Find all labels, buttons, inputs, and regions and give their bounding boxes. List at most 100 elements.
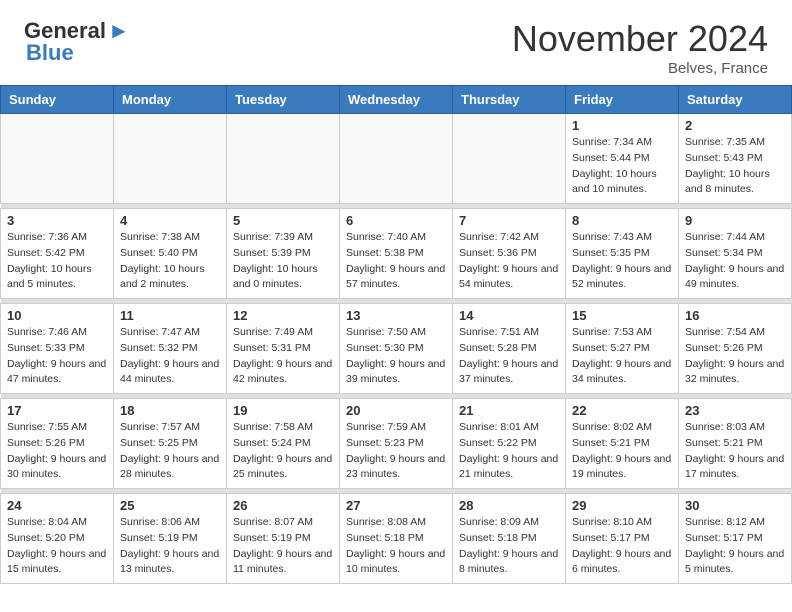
day-info: Sunrise: 7:50 AMSunset: 5:30 PMDaylight:…: [346, 325, 446, 388]
calendar-cell: 10 Sunrise: 7:46 AMSunset: 5:33 PMDayligh…: [1, 304, 114, 394]
calendar-cell: 20Sunrise: 7:59 AMSunset: 5:23 PMDayligh…: [340, 399, 453, 489]
title-area: November 2024 Belves, France: [512, 18, 768, 77]
day-info: Sunrise: 7:35 AMSunset: 5:43 PMDaylight:…: [685, 135, 785, 198]
month-title: November 2024: [512, 18, 768, 60]
week-row-3: 10 Sunrise: 7:46 AMSunset: 5:33 PMDayligh…: [1, 304, 792, 394]
day-info: Sunrise: 7:54 AMSunset: 5:26 PMDaylight:…: [685, 325, 785, 388]
day-number: 14: [459, 308, 559, 323]
calendar-cell: 6Sunrise: 7:40 AMSunset: 5:38 PMDaylight…: [340, 209, 453, 299]
day-number: 2: [685, 118, 785, 133]
day-info: Sunrise: 7:57 AMSunset: 5:25 PMDaylight:…: [120, 420, 220, 483]
day-number: 5: [233, 213, 333, 228]
calendar-cell: 2 Sunrise: 7:35 AMSunset: 5:43 PMDaylight…: [679, 114, 792, 204]
day-info: Sunrise: 7:49 AMSunset: 5:31 PMDaylight:…: [233, 325, 333, 388]
day-number: 24: [7, 498, 107, 513]
weekday-header-monday: Monday: [114, 86, 227, 114]
day-number: 17: [7, 403, 107, 418]
calendar-cell: 12 Sunrise: 7:49 AMSunset: 5:31 PMDayligh…: [227, 304, 340, 394]
calendar-cell: [1, 114, 114, 204]
day-info: Sunrise: 8:12 AMSunset: 5:17 PMDaylight:…: [685, 515, 785, 578]
day-info: Sunrise: 7:42 AMSunset: 5:36 PMDaylight:…: [459, 230, 559, 293]
calendar-cell: 17Sunrise: 7:55 AMSunset: 5:26 PMDayligh…: [1, 399, 114, 489]
day-number: 19: [233, 403, 333, 418]
weekday-header-wednesday: Wednesday: [340, 86, 453, 114]
weekday-header-sunday: Sunday: [1, 86, 114, 114]
calendar-cell: 5 Sunrise: 7:39 AMSunset: 5:39 PMDaylight…: [227, 209, 340, 299]
calendar-cell: 13 Sunrise: 7:50 AMSunset: 5:30 PMDayligh…: [340, 304, 453, 394]
day-info: Sunrise: 7:43 AMSunset: 5:35 PMDaylight:…: [572, 230, 672, 293]
day-info: Sunrise: 7:40 AMSunset: 5:38 PMDaylight:…: [346, 230, 446, 293]
calendar-cell: 22 Sunrise: 8:02 AMSunset: 5:21 PMDayligh…: [566, 399, 679, 489]
weekday-header-saturday: Saturday: [679, 86, 792, 114]
day-info: Sunrise: 7:53 AMSunset: 5:27 PMDaylight:…: [572, 325, 672, 388]
day-info: Sunrise: 7:39 AMSunset: 5:39 PMDaylight:…: [233, 230, 333, 293]
calendar-cell: [340, 114, 453, 204]
day-info: Sunrise: 7:46 AMSunset: 5:33 PMDaylight:…: [7, 325, 107, 388]
day-number: 12: [233, 308, 333, 323]
calendar-cell: [114, 114, 227, 204]
day-info: Sunrise: 8:08 AMSunset: 5:18 PMDaylight:…: [346, 515, 446, 578]
day-info: Sunrise: 7:38 AMSunset: 5:40 PMDaylight:…: [120, 230, 220, 293]
calendar-cell: 19 Sunrise: 7:58 AMSunset: 5:24 PMDayligh…: [227, 399, 340, 489]
calendar-cell: 7 Sunrise: 7:42 AMSunset: 5:36 PMDaylight…: [453, 209, 566, 299]
day-number: 25: [120, 498, 220, 513]
calendar-cell: [453, 114, 566, 204]
day-number: 8: [572, 213, 672, 228]
day-number: 27: [346, 498, 446, 513]
day-info: Sunrise: 8:09 AMSunset: 5:18 PMDaylight:…: [459, 515, 559, 578]
day-number: 28: [459, 498, 559, 513]
day-number: 9: [685, 213, 785, 228]
week-row-5: 24 Sunrise: 8:04 AMSunset: 5:20 PMDayligh…: [1, 494, 792, 584]
day-number: 10: [7, 308, 107, 323]
weekday-header-thursday: Thursday: [453, 86, 566, 114]
weekday-header-friday: Friday: [566, 86, 679, 114]
day-info: Sunrise: 8:07 AMSunset: 5:19 PMDaylight:…: [233, 515, 333, 578]
day-info: Sunrise: 7:34 AMSunset: 5:44 PMDaylight:…: [572, 135, 672, 198]
day-number: 26: [233, 498, 333, 513]
calendar-header-row: SundayMondayTuesdayWednesdayThursdayFrid…: [1, 86, 792, 114]
calendar-cell: 30 Sunrise: 8:12 AMSunset: 5:17 PMDayligh…: [679, 494, 792, 584]
calendar-cell: 15 Sunrise: 7:53 AMSunset: 5:27 PMDayligh…: [566, 304, 679, 394]
calendar-cell: 21Sunrise: 8:01 AMSunset: 5:22 PMDayligh…: [453, 399, 566, 489]
page-wrapper: General ► Blue November 2024 Belves, Fra…: [0, 0, 792, 594]
day-info: Sunrise: 8:06 AMSunset: 5:19 PMDaylight:…: [120, 515, 220, 578]
calendar-cell: 14Sunrise: 7:51 AMSunset: 5:28 PMDayligh…: [453, 304, 566, 394]
day-number: 23: [685, 403, 785, 418]
day-number: 13: [346, 308, 446, 323]
day-number: 22: [572, 403, 672, 418]
day-number: 7: [459, 213, 559, 228]
day-info: Sunrise: 7:47 AMSunset: 5:32 PMDaylight:…: [120, 325, 220, 388]
day-info: Sunrise: 7:58 AMSunset: 5:24 PMDaylight:…: [233, 420, 333, 483]
logo-blue: Blue: [26, 40, 130, 66]
day-number: 15: [572, 308, 672, 323]
calendar-cell: 16 Sunrise: 7:54 AMSunset: 5:26 PMDayligh…: [679, 304, 792, 394]
calendar-cell: 18 Sunrise: 7:57 AMSunset: 5:25 PMDayligh…: [114, 399, 227, 489]
week-row-4: 17Sunrise: 7:55 AMSunset: 5:26 PMDayligh…: [1, 399, 792, 489]
day-info: Sunrise: 8:04 AMSunset: 5:20 PMDaylight:…: [7, 515, 107, 578]
calendar-cell: 11 Sunrise: 7:47 AMSunset: 5:32 PMDayligh…: [114, 304, 227, 394]
calendar-cell: 25 Sunrise: 8:06 AMSunset: 5:19 PMDayligh…: [114, 494, 227, 584]
day-number: 29: [572, 498, 672, 513]
calendar-cell: 4 Sunrise: 7:38 AMSunset: 5:40 PMDaylight…: [114, 209, 227, 299]
calendar-cell: 1Sunrise: 7:34 AMSunset: 5:44 PMDaylight…: [566, 114, 679, 204]
day-number: 3: [7, 213, 107, 228]
location: Belves, France: [512, 60, 768, 77]
day-number: 11: [120, 308, 220, 323]
calendar-cell: 24 Sunrise: 8:04 AMSunset: 5:20 PMDayligh…: [1, 494, 114, 584]
day-info: Sunrise: 8:10 AMSunset: 5:17 PMDaylight:…: [572, 515, 672, 578]
day-info: Sunrise: 7:59 AMSunset: 5:23 PMDaylight:…: [346, 420, 446, 483]
day-number: 30: [685, 498, 785, 513]
calendar-cell: 27 Sunrise: 8:08 AMSunset: 5:18 PMDayligh…: [340, 494, 453, 584]
day-number: 16: [685, 308, 785, 323]
week-row-1: 1Sunrise: 7:34 AMSunset: 5:44 PMDaylight…: [1, 114, 792, 204]
calendar-cell: 28 Sunrise: 8:09 AMSunset: 5:18 PMDayligh…: [453, 494, 566, 584]
calendar-cell: [227, 114, 340, 204]
calendar-cell: 23Sunrise: 8:03 AMSunset: 5:21 PMDayligh…: [679, 399, 792, 489]
calendar-cell: 9Sunrise: 7:44 AMSunset: 5:34 PMDaylight…: [679, 209, 792, 299]
logo: General ► Blue: [24, 18, 130, 66]
day-number: 18: [120, 403, 220, 418]
calendar-cell: 8 Sunrise: 7:43 AMSunset: 5:35 PMDaylight…: [566, 209, 679, 299]
day-info: Sunrise: 8:02 AMSunset: 5:21 PMDaylight:…: [572, 420, 672, 483]
day-number: 4: [120, 213, 220, 228]
day-info: Sunrise: 7:36 AMSunset: 5:42 PMDaylight:…: [7, 230, 107, 293]
